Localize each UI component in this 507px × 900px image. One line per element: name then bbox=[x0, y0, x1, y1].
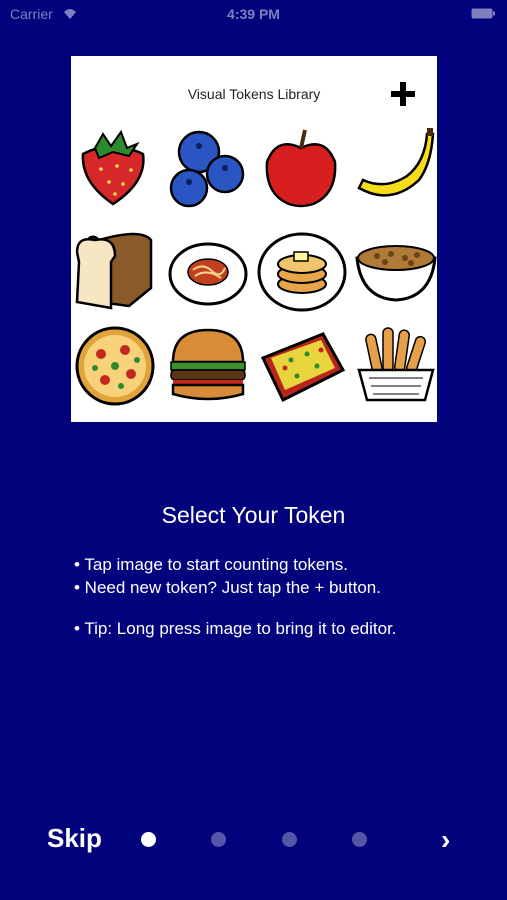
lasagna-token bbox=[257, 320, 347, 410]
banana-token bbox=[351, 124, 437, 214]
hamburger-token bbox=[163, 320, 253, 410]
preview-header: Visual Tokens Library bbox=[71, 56, 437, 126]
plus-icon bbox=[391, 82, 415, 106]
pancakes-token bbox=[257, 222, 347, 312]
skip-button[interactable]: Skip bbox=[47, 823, 102, 854]
page-dot-4[interactable] bbox=[352, 832, 367, 847]
status-bar: Carrier 4:39 PM bbox=[0, 0, 507, 28]
instruction-item: • Need new token? Just tap the + button. bbox=[74, 578, 381, 597]
bread-token bbox=[71, 222, 161, 312]
library-title: Visual Tokens Library bbox=[187, 86, 321, 102]
apple-token bbox=[257, 124, 347, 214]
status-time: 4:39 PM bbox=[227, 6, 280, 22]
cereal-token bbox=[351, 222, 437, 312]
tip-text: • Tip: Long press image to bring it to e… bbox=[74, 619, 397, 638]
pizza-token bbox=[71, 320, 161, 410]
page-dot-1[interactable] bbox=[141, 832, 156, 847]
spaghetti-token bbox=[163, 222, 253, 312]
token-library-preview: Visual Tokens Library bbox=[71, 56, 437, 422]
next-button[interactable]: › bbox=[441, 824, 450, 856]
battery-icon bbox=[471, 8, 495, 19]
strawberry-token bbox=[71, 124, 161, 214]
chicken-tenders-token bbox=[351, 320, 437, 410]
instruction-item: • Tap image to start counting tokens. bbox=[74, 555, 349, 574]
blueberries-token bbox=[163, 124, 253, 214]
page-dot-3[interactable] bbox=[282, 832, 297, 847]
page-heading: Select Your Token bbox=[161, 502, 346, 528]
page-dot-2[interactable] bbox=[211, 832, 226, 847]
instruction-list: • Tap image to start counting tokens. • … bbox=[74, 553, 381, 599]
